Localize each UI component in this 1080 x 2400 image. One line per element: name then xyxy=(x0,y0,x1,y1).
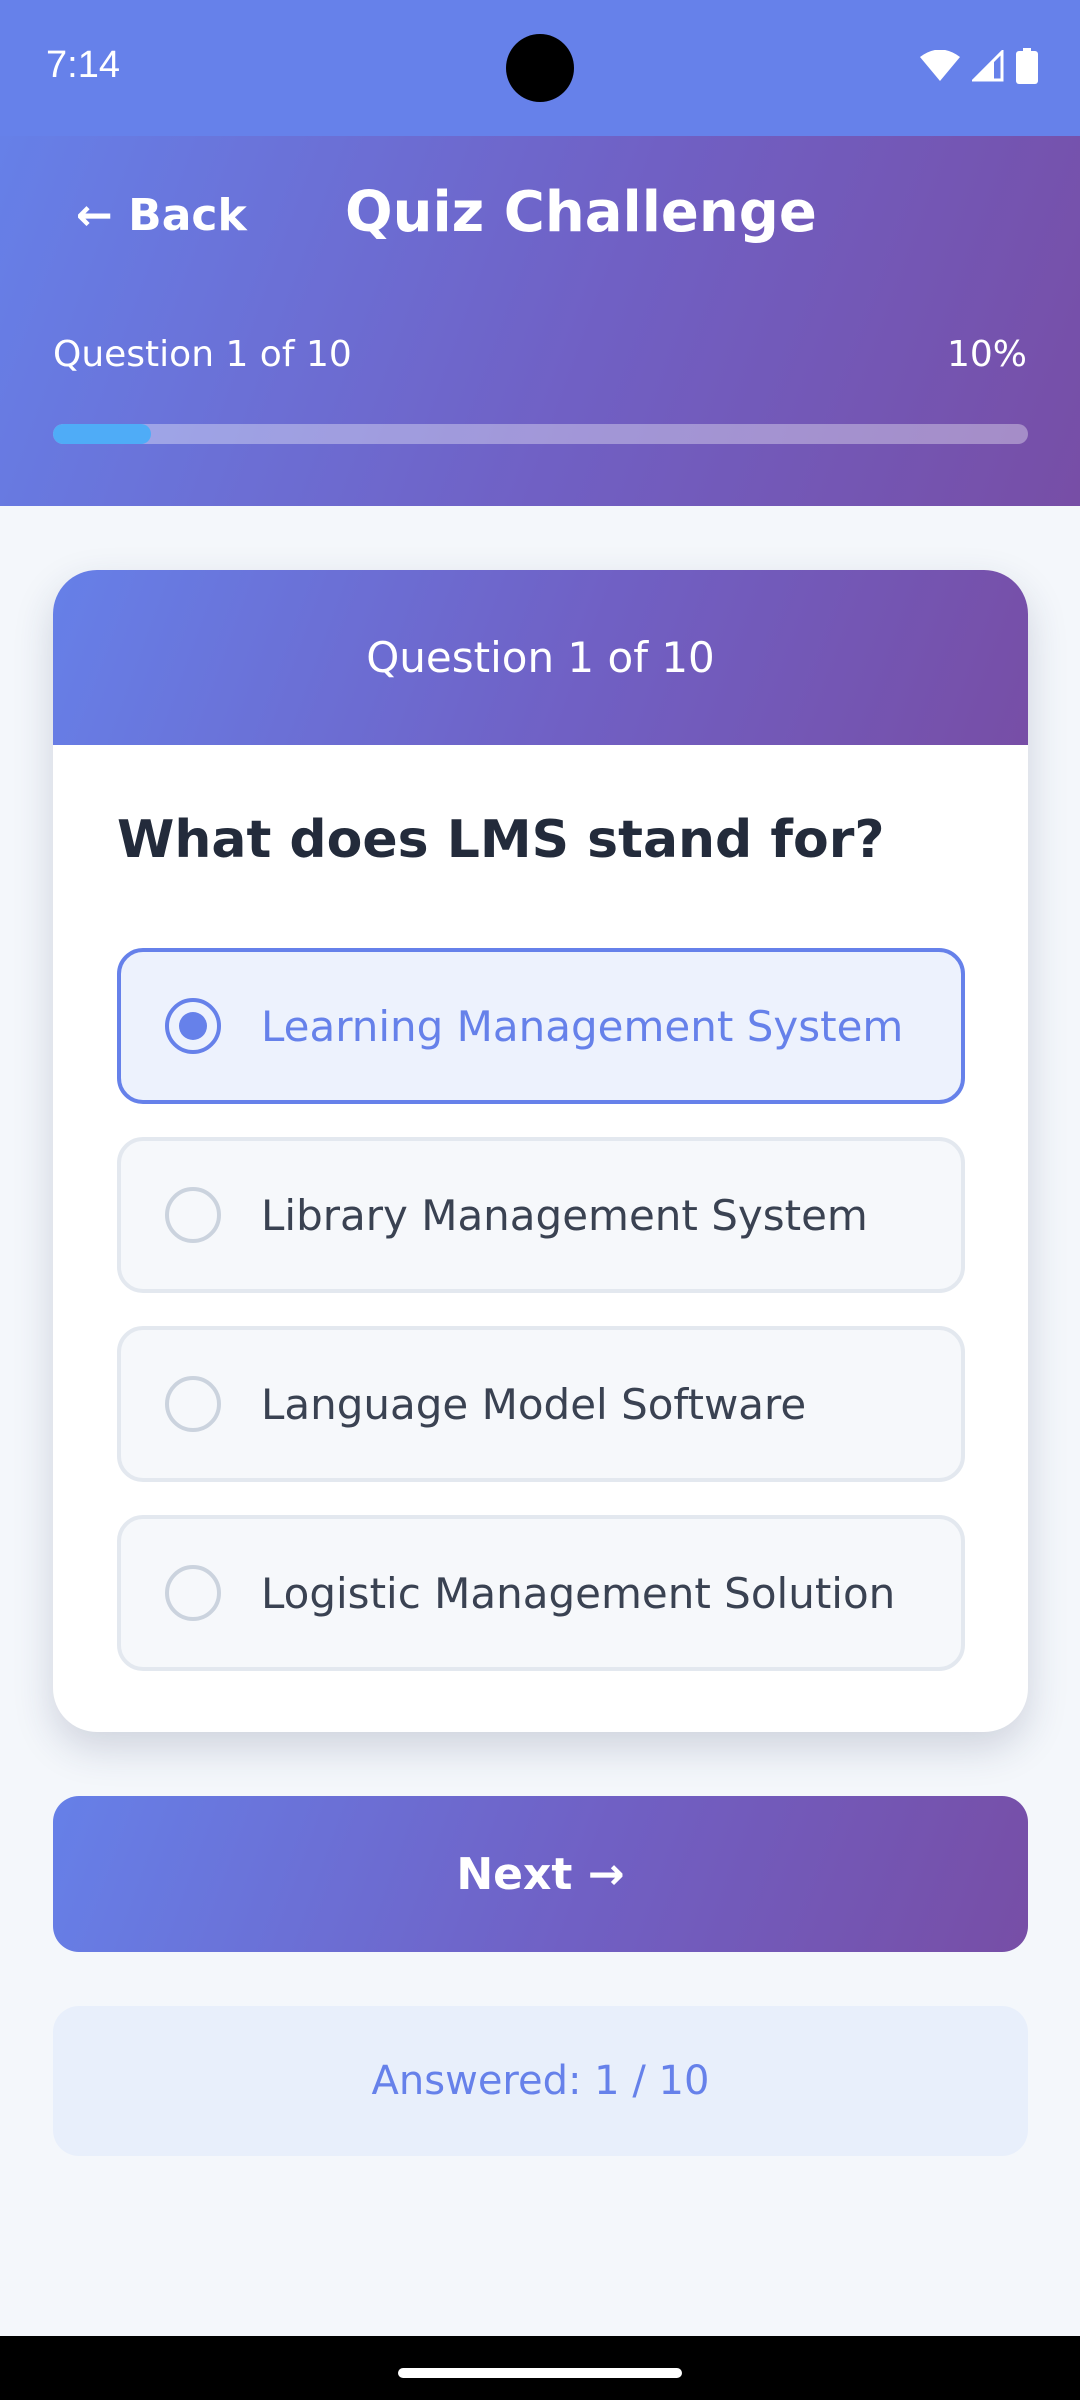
question-counter: Question 1 of 10 xyxy=(366,633,715,682)
battery-icon xyxy=(1016,48,1038,88)
answer-option-2[interactable]: Library Management System xyxy=(117,1137,965,1293)
system-nav-bar xyxy=(0,2336,1080,2400)
radio-button[interactable] xyxy=(165,1187,221,1243)
quiz-header: ← Back Quiz Challenge Question 1 of 10 1… xyxy=(0,136,1080,506)
status-time: 7:14 xyxy=(46,44,120,86)
answer-option-label: Language Model Software xyxy=(261,1379,807,1429)
answered-count: Answered: 1 / 10 xyxy=(53,2006,1028,2156)
question-text: What does LMS stand for? xyxy=(117,810,885,870)
answer-option-3[interactable]: Language Model Software xyxy=(117,1326,965,1482)
next-button[interactable]: Next → xyxy=(53,1796,1028,1952)
signal-icon xyxy=(970,48,1004,86)
status-icons xyxy=(920,48,1038,88)
status-bar: 7:14 xyxy=(0,0,1080,136)
question-card: Question 1 of 10 What does LMS stand for… xyxy=(53,570,1028,1732)
page-title: Quiz Challenge xyxy=(345,180,817,245)
progress-bar xyxy=(53,424,1028,444)
radio-button[interactable] xyxy=(165,1565,221,1621)
answer-option-label: Learning Management System xyxy=(261,1001,904,1051)
home-indicator[interactable] xyxy=(398,2368,682,2378)
wifi-icon xyxy=(920,49,960,86)
answer-option-label: Logistic Management Solution xyxy=(261,1568,896,1618)
answer-option-label: Library Management System xyxy=(261,1190,868,1240)
back-button[interactable]: ← Back xyxy=(76,190,247,241)
radio-button[interactable] xyxy=(165,1376,221,1432)
progress-label: Question 1 of 10 xyxy=(53,334,352,375)
radio-button[interactable] xyxy=(165,998,221,1054)
progress-bar-fill xyxy=(53,424,151,444)
answer-option-1[interactable]: Learning Management System xyxy=(117,948,965,1104)
camera-cutout xyxy=(506,34,574,102)
answered-count-label: Answered: 1 / 10 xyxy=(371,2058,710,2104)
progress-percent: 10% xyxy=(946,334,1027,375)
radio-selected-dot xyxy=(179,1012,207,1040)
question-card-header: Question 1 of 10 xyxy=(53,570,1028,745)
answer-option-4[interactable]: Logistic Management Solution xyxy=(117,1515,965,1671)
quiz-screen: 7:14 ← Back Quiz Challenge Question 1 of… xyxy=(0,0,1080,2400)
